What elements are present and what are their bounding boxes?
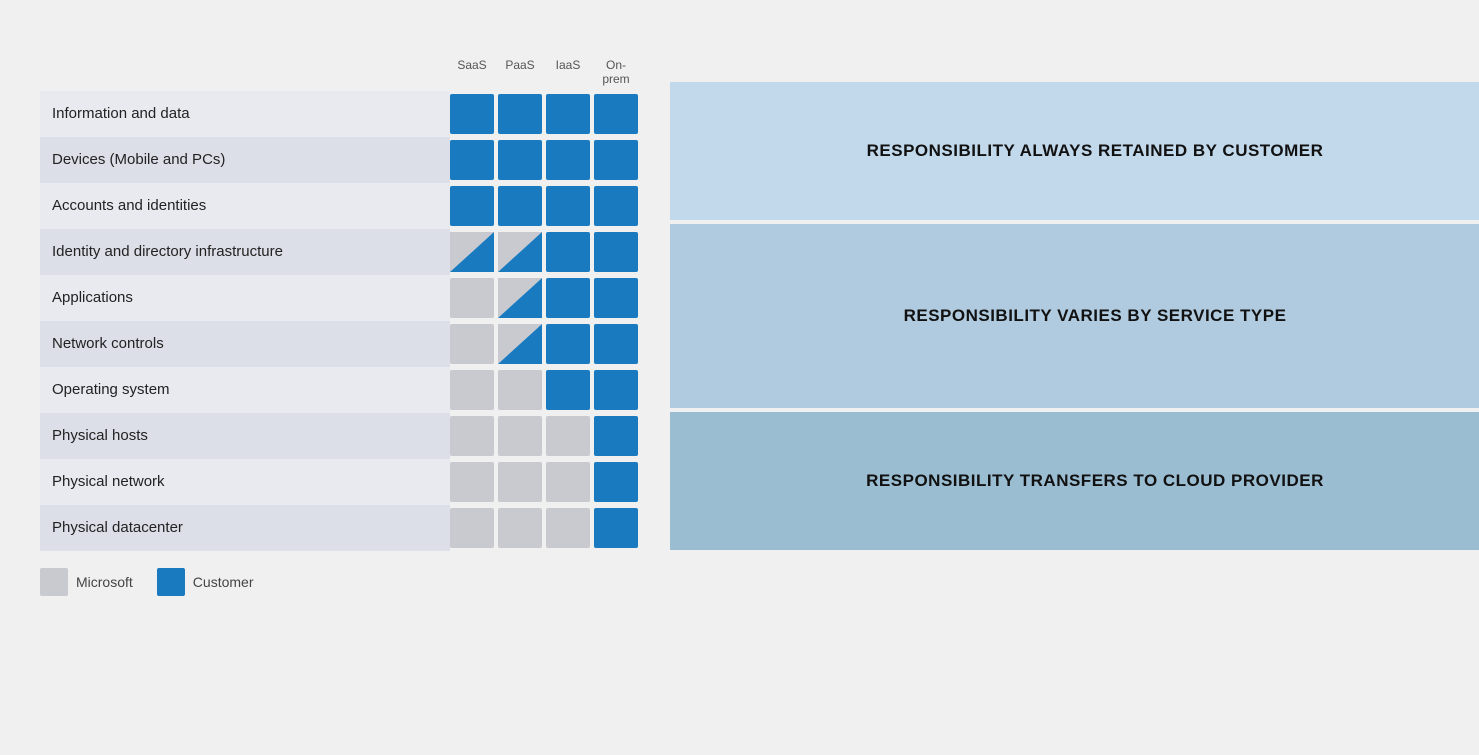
col-head: On- prem	[594, 58, 638, 87]
table-row: Identity and directory infrastructure	[40, 229, 660, 275]
cell-blue	[450, 140, 494, 180]
cell-blue	[450, 186, 494, 226]
cell-blue	[594, 462, 638, 502]
row-cells	[450, 229, 638, 275]
cell-blue	[546, 186, 590, 226]
cell-blue	[546, 324, 590, 364]
row-cells	[450, 459, 638, 505]
cell-blue	[546, 94, 590, 134]
col-head: PaaS	[498, 58, 542, 87]
cell-split	[498, 232, 542, 272]
legend: Microsoft Customer	[40, 568, 1439, 596]
cell-gray	[450, 278, 494, 318]
cell-gray	[498, 370, 542, 410]
row-label: Physical hosts	[40, 413, 450, 459]
row-cells	[450, 91, 638, 137]
row-cells	[450, 505, 638, 551]
row-label: Applications	[40, 275, 450, 321]
table-row: Operating system	[40, 367, 660, 413]
cell-gray	[450, 508, 494, 548]
row-label: Identity and directory infrastructure	[40, 229, 450, 275]
cell-blue	[594, 370, 638, 410]
col-head: SaaS	[450, 58, 494, 87]
legend-item-blue: Customer	[157, 568, 254, 596]
table-row: Devices (Mobile and PCs)	[40, 137, 660, 183]
row-cells	[450, 137, 638, 183]
cell-blue	[594, 232, 638, 272]
row-label: Information and data	[40, 91, 450, 137]
cell-gray	[450, 462, 494, 502]
cell-blue	[594, 140, 638, 180]
row-label: Physical network	[40, 459, 450, 505]
cell-gray	[498, 416, 542, 456]
arrow-label-0: RESPONSIBILITY ALWAYS RETAINED BY CUSTOM…	[867, 141, 1324, 161]
row-cells	[450, 413, 638, 459]
slide: SaaSPaaSIaaSOn- prem Information and dat…	[0, 0, 1479, 755]
row-label: Accounts and identities	[40, 183, 450, 229]
table-row: Physical network	[40, 459, 660, 505]
cell-gray	[498, 508, 542, 548]
arrow-label-1: RESPONSIBILITY VARIES BY SERVICE TYPE	[904, 306, 1287, 326]
cell-gray	[450, 416, 494, 456]
cell-blue	[594, 324, 638, 364]
row-cells	[450, 183, 638, 229]
cell-split	[498, 278, 542, 318]
arrows-section: RESPONSIBILITY ALWAYS RETAINED BY CUSTOM…	[660, 58, 1479, 554]
cell-blue	[546, 370, 590, 410]
table-row: Physical datacenter	[40, 505, 660, 551]
cell-blue	[498, 186, 542, 226]
cell-gray	[546, 416, 590, 456]
table-row: Network controls	[40, 321, 660, 367]
cell-split	[498, 324, 542, 364]
row-label: Physical datacenter	[40, 505, 450, 551]
arrow-label-2: RESPONSIBILITY TRANSFERS TO CLOUD PROVID…	[866, 471, 1324, 491]
cell-blue	[546, 278, 590, 318]
cell-blue	[594, 278, 638, 318]
content-area: SaaSPaaSIaaSOn- prem Information and dat…	[40, 58, 1439, 554]
col-headers: SaaSPaaSIaaSOn- prem	[450, 58, 638, 87]
cell-gray	[498, 462, 542, 502]
table-row: Accounts and identities	[40, 183, 660, 229]
row-cells	[450, 275, 638, 321]
cell-split	[450, 232, 494, 272]
cell-blue	[594, 416, 638, 456]
table-body: Information and dataDevices (Mobile and …	[40, 91, 660, 551]
cell-blue	[546, 140, 590, 180]
cell-blue	[498, 140, 542, 180]
legend-item-gray: Microsoft	[40, 568, 133, 596]
row-label: Devices (Mobile and PCs)	[40, 137, 450, 183]
legend-label-gray: Microsoft	[76, 574, 133, 590]
arrow-band-2: RESPONSIBILITY TRANSFERS TO CLOUD PROVID…	[670, 412, 1479, 550]
row-label: Operating system	[40, 367, 450, 413]
arrow-band-0: RESPONSIBILITY ALWAYS RETAINED BY CUSTOM…	[670, 82, 1479, 220]
col-responsibility-label	[40, 83, 450, 87]
legend-box-blue	[157, 568, 185, 596]
arrow-band-1: RESPONSIBILITY VARIES BY SERVICE TYPE	[670, 224, 1479, 408]
row-cells	[450, 321, 638, 367]
cell-blue	[594, 94, 638, 134]
table-section: SaaSPaaSIaaSOn- prem Information and dat…	[40, 58, 660, 554]
legend-label-blue: Customer	[193, 574, 254, 590]
cell-blue	[594, 186, 638, 226]
row-label: Network controls	[40, 321, 450, 367]
table-header: SaaSPaaSIaaSOn- prem	[40, 58, 660, 87]
cell-gray	[546, 508, 590, 548]
legend-box-gray	[40, 568, 68, 596]
cell-gray	[546, 462, 590, 502]
cell-blue	[594, 508, 638, 548]
cell-blue	[450, 94, 494, 134]
cell-gray	[450, 324, 494, 364]
cell-blue	[498, 94, 542, 134]
table-row: Applications	[40, 275, 660, 321]
row-cells	[450, 367, 638, 413]
col-head: IaaS	[546, 58, 590, 87]
table-row: Information and data	[40, 91, 660, 137]
table-row: Physical hosts	[40, 413, 660, 459]
cell-blue	[546, 232, 590, 272]
cell-gray	[450, 370, 494, 410]
